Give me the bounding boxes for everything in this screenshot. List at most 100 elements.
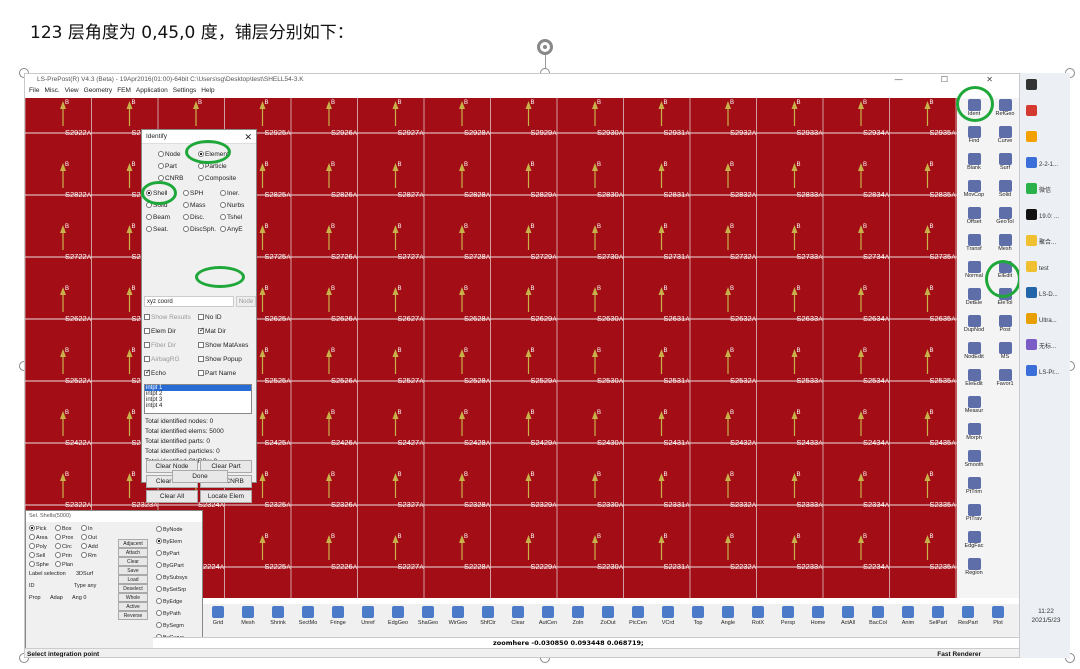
tool-favor1[interactable]: Favor1 (990, 368, 1019, 393)
menu-item-misc[interactable]: Misc. (44, 87, 59, 94)
bottom-tool-autcen[interactable]: AutCen (537, 606, 559, 636)
bottom-tool-rotx[interactable]: RotX (747, 606, 769, 636)
check-show-popup[interactable]: Show Popup (198, 354, 242, 365)
tool-offset[interactable]: Offset (959, 206, 989, 231)
bottom-tool-unref[interactable]: Unref (357, 606, 379, 636)
sel-bypath[interactable]: ByPath (156, 609, 181, 619)
taskbar-item-5[interactable]: 19.0: ... (1026, 209, 1070, 223)
bottom-tool-selpart[interactable]: SelPart (927, 606, 949, 636)
bottom-tool-persp[interactable]: Persp (777, 606, 799, 636)
sel-bysegm[interactable]: BySegm (156, 621, 184, 631)
sel-bypart[interactable]: ByPart (156, 549, 180, 559)
bottom-tool-home[interactable]: Home (807, 606, 829, 636)
bottom-tool-edggeo[interactable]: EdgGeo (387, 606, 409, 636)
sel-opt-out[interactable]: Out (81, 534, 97, 543)
radio-disc[interactable]: Disc. (183, 212, 204, 223)
sel-whole-button[interactable]: Whole (118, 593, 148, 602)
sel-bynode[interactable]: ByNode (156, 525, 183, 535)
radio-discsph[interactable]: DiscSph. (183, 224, 216, 235)
prop-check[interactable]: Prop (29, 593, 41, 604)
list-item[interactable]: intpt 4 (145, 403, 251, 409)
tool-find[interactable]: Find (959, 125, 989, 150)
bottom-tool-mesh[interactable]: Mesh (237, 606, 259, 636)
id-label[interactable]: ID (29, 581, 35, 592)
integration-point-list[interactable]: intpt 1 intpt 2 intpt 3 intpt 4 (144, 384, 252, 414)
radio-sph[interactable]: SPH (183, 188, 203, 199)
taskbar-item-8[interactable]: LS-D... (1026, 287, 1070, 301)
tool-dupnod[interactable]: DupNod (959, 314, 989, 339)
3dsurf-check[interactable]: 3DSurf (76, 569, 93, 580)
clear-all-button[interactable]: Clear All (146, 490, 198, 503)
tool-detele[interactable]: DetEle (959, 287, 989, 312)
menu-item-fem[interactable]: FEM (117, 87, 131, 94)
tool-nodedit[interactable]: NodEdit (959, 341, 989, 366)
menu-item-help[interactable]: Help (201, 87, 214, 94)
check-elem-dir[interactable]: Elem Dir (144, 326, 176, 337)
tool-edgfac[interactable]: EdgFac (959, 530, 989, 555)
locate-elem-button[interactable]: Locate Elem (200, 490, 252, 503)
sel-bysubsys[interactable]: BySubsys (156, 573, 187, 583)
taskbar-item-0[interactable] (1026, 79, 1070, 93)
bottom-tool-shfctr[interactable]: ShfCtr (477, 606, 499, 636)
bottom-tool-zoin[interactable]: ZoIn (567, 606, 589, 636)
tool-region[interactable]: Region (959, 557, 989, 582)
sel-opt-sell[interactable]: Sell (29, 552, 45, 561)
radio-node[interactable]: Node (158, 149, 181, 160)
bottom-tool-shageo[interactable]: ShaGeo (417, 606, 439, 636)
tool-solid[interactable]: Solid (990, 179, 1019, 204)
sel-opt-poly[interactable]: Poly (29, 543, 47, 552)
check-airbagrg[interactable]: AirbagRG (144, 354, 180, 365)
tool-refgeo[interactable]: RefGeo (990, 98, 1019, 123)
tool-eleedit[interactable]: EleEdit (959, 368, 989, 393)
tool-transf[interactable]: Transf (959, 233, 989, 258)
radio-tshel[interactable]: Tshel (220, 212, 242, 223)
sel-opt-box[interactable]: Box (55, 525, 71, 534)
menu-item-application[interactable]: Application (136, 87, 168, 94)
sel-attach-button[interactable]: Attach (118, 548, 148, 557)
bottom-tool-actall[interactable]: ActAll (837, 606, 859, 636)
check-no-id[interactable]: No ID (198, 312, 222, 323)
bottom-tool-top[interactable]: Top (687, 606, 709, 636)
sel-opt-rm[interactable]: Rm (81, 552, 97, 561)
radio-iner[interactable]: Iner. (220, 188, 240, 199)
bottom-tool-anim[interactable]: Anim (897, 606, 919, 636)
sel-clear-button[interactable]: Clear (118, 557, 148, 566)
rotate-handle-icon[interactable] (537, 39, 553, 55)
window-controls[interactable]: — ☐ ✕ (895, 74, 1011, 86)
sel-opt-pick[interactable]: Pick (29, 525, 46, 534)
tool-blank[interactable]: Blank (959, 152, 989, 177)
check-part-name[interactable]: Part Name (198, 368, 236, 379)
taskbar-item-3[interactable]: 2-2-1... (1026, 157, 1070, 171)
done-button[interactable]: Done (172, 470, 228, 483)
check-show-results[interactable]: Show Results (144, 312, 191, 323)
bottom-tool-angle[interactable]: Angle (717, 606, 739, 636)
tool-geotol[interactable]: GeoTol (990, 206, 1019, 231)
tool-morph[interactable]: Morph (959, 422, 989, 447)
sel-reverse-button[interactable]: Reverse (118, 611, 148, 620)
sel-bygpart[interactable]: ByGPart (156, 561, 184, 571)
node-button[interactable]: Node (236, 296, 256, 307)
menu-item-file[interactable]: File (29, 87, 39, 94)
bottom-tool-vcrd[interactable]: VCrd (657, 606, 679, 636)
label-selection-check[interactable]: Label selection (29, 569, 66, 580)
tool-pttrav[interactable]: PtTrav (959, 503, 989, 528)
sel-byedge[interactable]: ByEdge (156, 597, 182, 607)
sel-opt-circ[interactable]: Circ (55, 543, 72, 552)
tool-pttrim[interactable]: PtTrim (959, 476, 989, 501)
sel-save-button[interactable]: Save (118, 566, 148, 575)
tool-movcop[interactable]: MovCop (959, 179, 989, 204)
bottom-tool-clear[interactable]: Clear (507, 606, 529, 636)
taskbar-item-11[interactable]: LS-Pr... (1026, 365, 1070, 379)
taskbar-item-1[interactable] (1026, 105, 1070, 119)
bottom-tool-wirgeo[interactable]: WirGeo (447, 606, 469, 636)
radio-beam[interactable]: Beam (146, 212, 170, 223)
tool-post[interactable]: Post (990, 314, 1019, 339)
radio-nurbs[interactable]: Nurbs (220, 200, 244, 211)
tool-curve[interactable]: Curve (990, 125, 1019, 150)
taskbar-item-4[interactable]: 微信 (1026, 183, 1070, 197)
tool-smooth[interactable]: Smooth (959, 449, 989, 474)
sel-active-button[interactable]: Active (118, 602, 148, 611)
check-mat-dir[interactable]: Mat Dir (198, 325, 226, 337)
command-line[interactable]: zoomhere -0.030850 0.093448 0.068719; (153, 637, 1019, 648)
adap-check[interactable]: Adap (50, 593, 63, 604)
